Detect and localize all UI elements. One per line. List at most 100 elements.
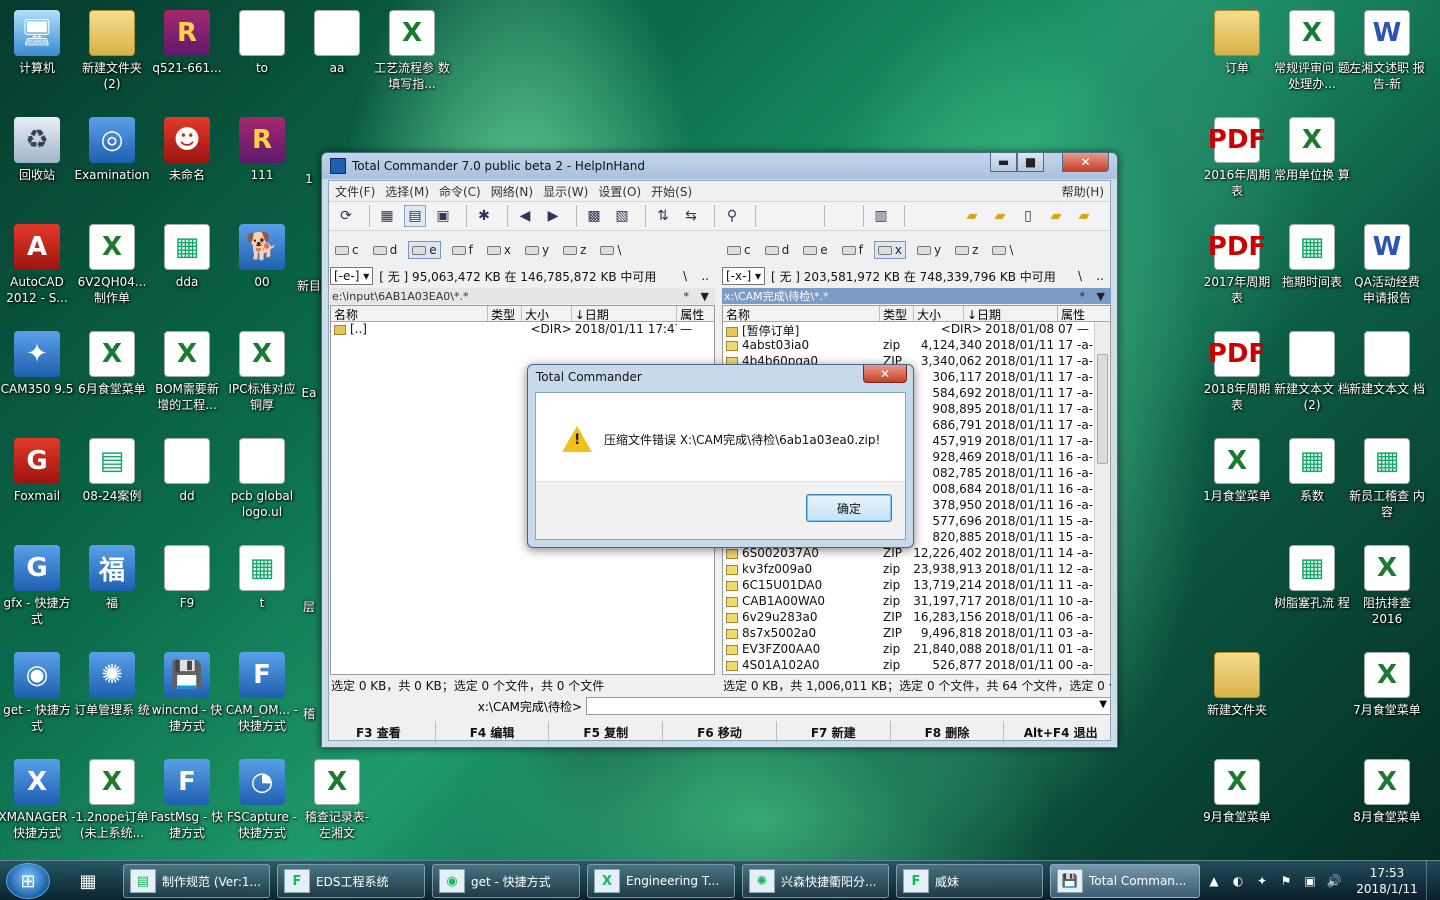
taskbar-button[interactable]: X Engineering T...: [587, 864, 735, 898]
error-dialog[interactable]: Total Commander ✕ 压缩文件错误 X:\CAM完成\待检\6ab…: [527, 364, 914, 548]
desktop-icon[interactable]: to: [223, 10, 301, 76]
desktop-icon[interactable]: ▦ 拖期时间表: [1273, 224, 1351, 290]
desktop-icon[interactable]: ▤ 08-24案例: [73, 438, 151, 504]
right-drive-combo[interactable]: [-x-] ▾: [722, 267, 765, 285]
desktop-icon[interactable]: A AutoCAD 2012 - S...: [0, 224, 76, 306]
desktop-icon[interactable]: F CAM_OM... - 快捷方式: [223, 652, 301, 734]
folder-shortcut-icon[interactable]: ▰: [989, 205, 1011, 227]
left-drive-button[interactable]: d: [370, 242, 401, 258]
network-app-icon[interactable]: ◐: [1228, 874, 1248, 888]
column-size[interactable]: 大小: [522, 306, 572, 322]
desktop-icon[interactable]: ◉ get - 快捷方 式: [0, 652, 76, 734]
file-row[interactable]: [..] <DIR> 2018/01/11 17:47—: [331, 322, 714, 338]
menu-network[interactable]: 网络(N): [491, 183, 533, 200]
menu-show[interactable]: 显示(W): [543, 183, 588, 200]
forward-arrow-icon[interactable]: ▶: [542, 205, 564, 227]
f5-copy-button[interactable]: F5 复制: [549, 721, 664, 743]
desktop-icon[interactable]: X XMANAGER - 快捷方式: [0, 759, 76, 841]
desktop-icon[interactable]: X 8月食堂菜单: [1348, 759, 1426, 825]
command-line-input[interactable]: ▼: [586, 697, 1111, 715]
desktop-icon[interactable]: PDF 2017年周期 表: [1198, 224, 1276, 306]
desktop-icon[interactable]: X 9月食堂菜单: [1198, 759, 1276, 825]
right-drive-button[interactable]: c: [724, 242, 754, 258]
right-history-dropdown-icon[interactable]: ▼: [1097, 290, 1105, 303]
folder-shortcut-icon[interactable]: ▰: [1073, 205, 1095, 227]
desktop-icon[interactable]: aa: [298, 10, 376, 76]
desktop-icon[interactable]: PDF 2016年周期 表: [1198, 117, 1276, 199]
desktop-icon[interactable]: ▦ dda: [148, 224, 226, 290]
desktop-icon[interactable]: X 阻抗排查 2016: [1348, 545, 1426, 627]
file-row[interactable]: 6S002037A0 ZIP 12,226,4022018/01/11 14:24-…: [723, 546, 1110, 562]
desktop-icon[interactable]: ▦ 新员工稽查 内容: [1348, 438, 1426, 520]
desktop-icon[interactable]: X 6月食堂菜单: [73, 331, 151, 397]
desktop-icon[interactable]: 新建文件夹 (2): [73, 10, 151, 92]
file-row[interactable]: 4abst03ia0 zip 4,124,3402018/01/11 17:46-a…: [723, 338, 1110, 354]
desktop-icon[interactable]: X 常规评审问 题处理办...: [1273, 10, 1351, 92]
ok-button[interactable]: 确定: [806, 494, 892, 522]
refresh-icon[interactable]: ⟳: [335, 205, 357, 227]
left-history-dropdown-icon[interactable]: ▼: [701, 290, 709, 303]
dialog-close-button[interactable]: ✕: [863, 365, 907, 383]
right-filter[interactable]: *: [1080, 290, 1086, 303]
thumbnail-view-icon[interactable]: ▣: [432, 205, 454, 227]
f7-new-folder-button[interactable]: F7 新建: [777, 721, 891, 743]
desktop-icon[interactable]: ☻ 未命名: [148, 117, 226, 183]
right-path-bar[interactable]: x:\CAM完成\待检\*.* * ▼: [722, 288, 1111, 304]
ftp-connect-icon[interactable]: ⇅: [652, 205, 674, 227]
f8-delete-button[interactable]: F8 删除: [891, 721, 1005, 743]
full-view-icon[interactable]: ▤: [404, 205, 426, 227]
column-attributes[interactable]: 属性: [677, 306, 714, 322]
left-path-bar[interactable]: e:\input\6AB1A03EA0\*.* * ▼: [330, 288, 715, 304]
desktop-icon[interactable]: X 7月食堂菜单: [1348, 652, 1426, 718]
minimize-button[interactable]: ▬: [990, 153, 1017, 172]
maximize-button[interactable]: ■: [1017, 153, 1044, 172]
column-type[interactable]: 类型: [488, 306, 522, 322]
document-shortcut-icon[interactable]: ▯: [1017, 205, 1039, 227]
file-row[interactable]: EV3FZ00AA0 zip 21,840,0882018/01/11 01:47-…: [723, 642, 1110, 658]
desktop-icon[interactable]: X 1.2nope订单 (未上系统...: [73, 759, 151, 841]
desktop-icon[interactable]: X 6V2QH04... 制作单: [73, 224, 151, 306]
taskbar-button[interactable]: ✺ 兴森快捷衢阳分...: [742, 864, 889, 898]
desktop-icon[interactable]: X 工艺流程参 数填写指...: [373, 10, 451, 92]
column-name[interactable]: 名称: [723, 306, 880, 322]
right-root-button[interactable]: \: [1078, 269, 1082, 283]
desktop-icon[interactable]: F9: [148, 545, 226, 611]
desktop-icon[interactable]: Rq521-661...: [148, 10, 226, 76]
column-name[interactable]: 名称: [331, 306, 489, 322]
taskbar-button[interactable]: F 威妹: [896, 864, 1043, 898]
desktop-icon[interactable]: 福福: [73, 545, 151, 611]
right-panel-scrollbar[interactable]: [1094, 322, 1110, 674]
left-drive-button[interactable]: c: [332, 242, 362, 258]
menu-help[interactable]: 帮助(H): [1062, 183, 1104, 200]
show-hidden-icons-icon[interactable]: ▲: [1204, 874, 1224, 888]
command-history-dropdown-icon[interactable]: ▼: [1099, 699, 1107, 710]
folder-shortcut-icon[interactable]: ▰: [1045, 205, 1067, 227]
desktop-icon[interactable]: X IPC标准对应 铜厚: [223, 331, 301, 413]
taskbar-button[interactable]: F EDS工程系统: [277, 864, 425, 898]
file-row[interactable]: 8s7x5002a0 ZIP 9,496,8182018/01/11 03:16-a…: [723, 626, 1110, 642]
brief-view-icon[interactable]: ▦: [376, 205, 398, 227]
url-connect-icon[interactable]: ⇆: [680, 205, 702, 227]
left-drive-button[interactable]: x: [484, 242, 514, 258]
right-drive-button[interactable]: e: [800, 242, 830, 258]
file-row[interactable]: 6v29u283a0 ZIP 16,283,1562018/01/11 06:39-…: [723, 610, 1110, 626]
scrollbar-thumb[interactable]: [1097, 354, 1108, 464]
left-drive-combo[interactable]: [-e-] ▾: [330, 267, 374, 285]
desktop-icon[interactable]: F FastMsg - 快捷方式: [148, 759, 226, 841]
left-drive-button[interactable]: \: [597, 242, 624, 258]
f6-move-button[interactable]: F6 移动: [663, 721, 777, 743]
file-row[interactable]: [暂停订单] <DIR>2018/01/08 07:27—: [723, 322, 1110, 338]
desktop-icon[interactable]: PDF 2018年周期 表: [1198, 331, 1276, 413]
right-drive-button[interactable]: z: [952, 242, 981, 258]
left-drive-button[interactable]: z: [560, 242, 589, 258]
desktop-icon[interactable]: X BOM需要新 增的工程...: [148, 331, 226, 413]
column-date[interactable]: ↓日期: [572, 306, 678, 322]
network-icon[interactable]: ▣: [1300, 874, 1320, 888]
desktop-icon[interactable]: 🐕 00: [223, 224, 301, 290]
left-drive-button[interactable]: f: [449, 242, 476, 258]
left-drive-button[interactable]: y: [522, 242, 552, 258]
right-drive-button[interactable]: d: [762, 242, 793, 258]
left-up-button[interactable]: ..: [701, 269, 709, 283]
f3-view-button[interactable]: F3 查看: [322, 721, 436, 743]
column-size[interactable]: 大小: [914, 306, 964, 322]
